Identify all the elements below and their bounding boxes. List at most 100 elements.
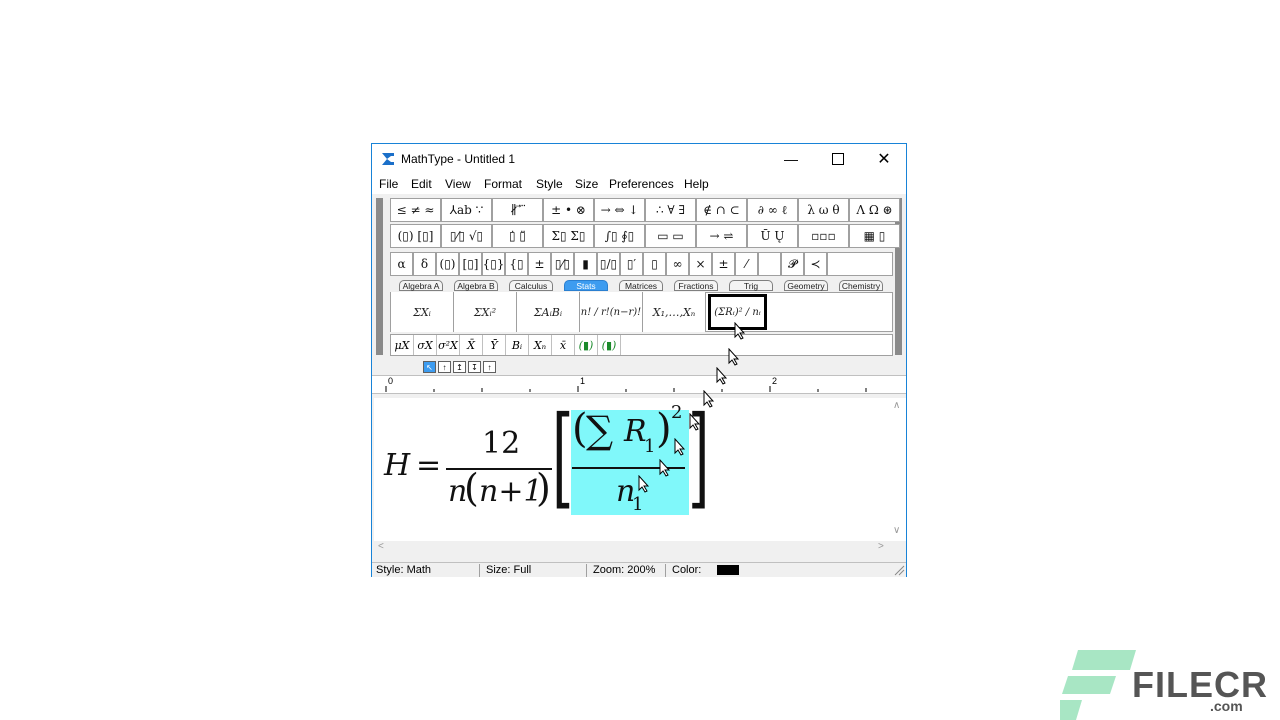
palette-operators[interactable]: ± • ⊗ bbox=[543, 198, 594, 222]
tab-stats[interactable]: Stats bbox=[564, 280, 608, 291]
symbol-b-i[interactable]: Bᵢ bbox=[506, 335, 529, 355]
minimize-button[interactable]: — bbox=[768, 144, 814, 174]
symbol-x-bar[interactable]: X̄ bbox=[460, 335, 483, 355]
template-slash-fraction[interactable]: ▯/▯ bbox=[597, 252, 620, 276]
palette-subscripts[interactable]: ▯̇ ▯̈ bbox=[492, 224, 543, 248]
palette-greek-upper[interactable]: Λ Ω ⊛ bbox=[849, 198, 900, 222]
ruler[interactable]: 0 1 2 bbox=[372, 375, 906, 394]
palette-embellishments[interactable]: ∦ ⃗ ⃛ bbox=[492, 198, 543, 222]
symbol-sigma-squared-x[interactable]: σ²X bbox=[437, 335, 460, 355]
palette-sets[interactable]: ∉ ∩ ⊂ bbox=[696, 198, 747, 222]
template-sum-ab[interactable]: ΣAᵢBᵢ bbox=[517, 292, 580, 332]
mini-toolbar-button-1[interactable]: ↖ bbox=[423, 361, 436, 373]
scroll-up-icon[interactable]: ∧ bbox=[893, 400, 900, 411]
symbol-times[interactable]: × bbox=[689, 252, 712, 276]
palette-products[interactable]: Ū Ų bbox=[747, 224, 798, 248]
tab-algebra-b[interactable]: Algebra B bbox=[454, 280, 498, 291]
eq-exponent: 2 bbox=[671, 402, 683, 423]
maximize-button[interactable] bbox=[815, 144, 861, 174]
close-button[interactable]: ✕ bbox=[861, 144, 907, 174]
equation-editor[interactable]: H = 12 n ( n+1 ) [ ( ∑ R 1 ) 2 n 1 ] bbox=[374, 392, 890, 541]
tab-matrices[interactable]: Matrices bbox=[619, 280, 663, 291]
symbol-y-bar[interactable]: Ȳ bbox=[483, 335, 506, 355]
palette-misc[interactable]: ∂ ∞ ℓ bbox=[747, 198, 798, 222]
drag-cursor-icon bbox=[689, 413, 701, 431]
symbol-empty[interactable] bbox=[758, 252, 781, 276]
template-fraction[interactable]: ▯⁄▯ bbox=[551, 252, 574, 276]
symbol-sigma-x[interactable]: σX bbox=[414, 335, 437, 355]
template-prime[interactable]: ▯′ bbox=[620, 252, 643, 276]
palette-bars[interactable]: ▭ ▭ bbox=[645, 224, 696, 248]
menu-format[interactable]: Format bbox=[484, 177, 522, 191]
filecr-logo-icon bbox=[1060, 650, 1136, 720]
menu-view[interactable]: View bbox=[445, 177, 471, 191]
eq-n-sub: 1 bbox=[632, 494, 644, 515]
mini-toolbar-button-3[interactable]: ↥ bbox=[453, 361, 466, 373]
palette-fences[interactable]: (▯) [▯] bbox=[390, 224, 441, 248]
menu-help[interactable]: Help bbox=[684, 177, 709, 191]
vertical-scrollbar[interactable]: ∧ ∨ bbox=[890, 398, 906, 541]
palette-fractions-radicals[interactable]: ▯⁄▯ √▯ bbox=[441, 224, 492, 248]
horizontal-scrollbar[interactable]: < > bbox=[374, 541, 906, 555]
menu-style[interactable]: Style bbox=[536, 177, 563, 191]
drag-cursor-icon bbox=[703, 390, 715, 408]
menu-size[interactable]: Size bbox=[575, 177, 598, 191]
mini-toolbar-button-5[interactable]: ↑ bbox=[483, 361, 496, 373]
palette-relations[interactable]: ≤ ≠ ≈ bbox=[390, 198, 441, 222]
template-combination[interactable]: n! / r!(n−r)! bbox=[580, 292, 643, 332]
window-title: MathType - Untitled 1 bbox=[401, 152, 516, 166]
symbol-delta[interactable]: δ bbox=[413, 252, 436, 276]
menu-file[interactable]: File bbox=[379, 177, 398, 191]
palette-integrals[interactable]: ∫▯ ∮▯ bbox=[594, 224, 645, 248]
template-braces[interactable]: {▯} bbox=[482, 252, 505, 276]
template-left-brace[interactable]: {▯ bbox=[505, 252, 528, 276]
symbol-alpha[interactable]: α bbox=[390, 252, 413, 276]
scroll-left-icon[interactable]: < bbox=[378, 541, 384, 552]
palette-matrices[interactable]: ▫▫▫ bbox=[798, 224, 849, 248]
minimize-icon: — bbox=[784, 151, 798, 167]
close-icon: ✕ bbox=[877, 151, 891, 168]
symbol-slot-empty[interactable] bbox=[827, 252, 893, 276]
palette-logic[interactable]: ∴ ∀ ∃ bbox=[645, 198, 696, 222]
symbol-slash[interactable]: ⁄ bbox=[735, 252, 758, 276]
template-green-paren-1[interactable]: (▮) bbox=[575, 335, 598, 355]
template-sum-x[interactable]: ΣXᵢ bbox=[391, 292, 454, 332]
symbol-x-n[interactable]: Xₙ bbox=[529, 335, 552, 355]
palette-spaces[interactable]: ⅄ab ∵ bbox=[441, 198, 492, 222]
tab-calculus[interactable]: Calculus bbox=[509, 280, 553, 291]
palette-arrows[interactable]: → ⇔ ↓ bbox=[594, 198, 645, 222]
menu-preferences[interactable]: Preferences bbox=[609, 177, 674, 191]
mini-toolbar-button-2[interactable]: ↑ bbox=[438, 361, 451, 373]
template-sum-x-squared[interactable]: ΣXᵢ² bbox=[454, 292, 517, 332]
template-green-paren-2[interactable]: (▮) bbox=[598, 335, 621, 355]
symbol-mu-x[interactable]: μX bbox=[391, 335, 414, 355]
symbol-script-p[interactable]: 𝓟 bbox=[781, 252, 804, 276]
eq-bracket-right: ] bbox=[688, 392, 710, 520]
tab-fractions[interactable]: Fractions bbox=[674, 280, 718, 291]
scroll-down-icon[interactable]: ∨ bbox=[893, 525, 900, 536]
tab-chemistry[interactable]: Chemistry bbox=[839, 280, 883, 291]
symbol-palette: ≤ ≠ ≈ ⅄ab ∵ ∦ ⃗ ⃛ ± • ⊗ → ⇔ ↓ ∴ ∀ ∃ ∉ ∩ … bbox=[372, 194, 906, 359]
template-box[interactable]: ▮ bbox=[574, 252, 597, 276]
symbol-small-x-bar[interactable]: x̄ bbox=[552, 335, 575, 355]
template-x-list[interactable]: X₁,…,Xₙ bbox=[643, 292, 706, 332]
tab-trig[interactable]: Trig bbox=[729, 280, 773, 291]
mini-toolbar-button-4[interactable]: ↧ bbox=[468, 361, 481, 373]
menu-edit[interactable]: Edit bbox=[411, 177, 432, 191]
template-brackets[interactable]: [▯] bbox=[459, 252, 482, 276]
palette-summations[interactable]: Σ▯ Σ▯ bbox=[543, 224, 594, 248]
palette-boxes[interactable]: ▦ ▯ bbox=[849, 224, 900, 248]
symbol-precedes[interactable]: ≺ bbox=[804, 252, 827, 276]
symbol-plus-minus[interactable]: ± bbox=[528, 252, 551, 276]
template-subscript[interactable]: ▯ bbox=[643, 252, 666, 276]
palette-greek-lower[interactable]: λ ω θ bbox=[798, 198, 849, 222]
symbol-infinity[interactable]: ∞ bbox=[666, 252, 689, 276]
template-parens[interactable]: (▯) bbox=[436, 252, 459, 276]
tab-algebra-a[interactable]: Algebra A bbox=[399, 280, 443, 291]
palette-labeled-arrows[interactable]: → ⇌ bbox=[696, 224, 747, 248]
symbol-plus-minus-2[interactable]: ± bbox=[712, 252, 735, 276]
scroll-right-icon[interactable]: > bbox=[878, 541, 884, 552]
tab-geometry[interactable]: Geometry bbox=[784, 280, 828, 291]
palette-grip-left[interactable] bbox=[376, 198, 383, 355]
resize-grip-icon[interactable] bbox=[893, 564, 905, 576]
